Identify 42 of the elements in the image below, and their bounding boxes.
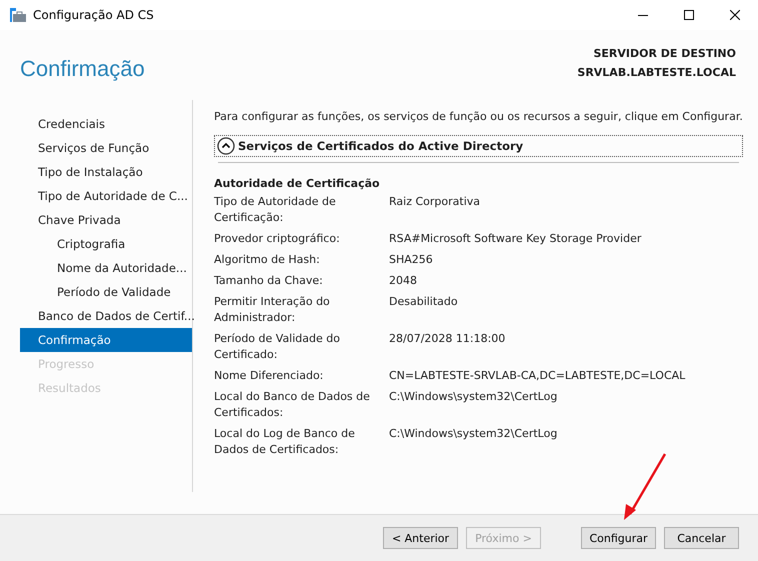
property-value: C:\Windows\system32\CertLog (389, 389, 558, 405)
wizard-button[interactable]: Configurar (581, 527, 656, 549)
wizard-button[interactable]: Cancelar (664, 527, 739, 549)
close-icon[interactable] (730, 10, 740, 20)
section-header[interactable]: Serviços de Certificados do Active Directory (214, 135, 743, 157)
sidebar-item[interactable]: Credenciais (20, 112, 192, 136)
server-label: SERVIDOR DE DESTINO (594, 47, 736, 60)
property-value: C:\Windows\system32\CertLog (389, 426, 558, 442)
property-value: CN=LABTESTE-SRVLAB-CA,DC=LABTESTE,DC=LOCAL (389, 368, 686, 384)
sidebar-item[interactable]: Banco de Dados de Certif... (20, 304, 192, 328)
window-title: Configuração AD CS (33, 8, 154, 22)
sidebar-item[interactable]: Tipo de Instalação (20, 160, 192, 184)
property-label: Permitir Interação do Administrador: (214, 294, 331, 326)
page-title: Confirmação (20, 56, 145, 82)
sidebar-item[interactable]: Criptografia (20, 232, 192, 256)
property-label: Período de Validade do Certificado: (214, 331, 341, 363)
property-label: Local do Log de Banco de Dados de Certificados: (214, 426, 356, 458)
collapse-icon[interactable] (217, 137, 235, 155)
property-value: 28/07/2028 11:18:00 (389, 331, 506, 347)
app-icon (9, 7, 27, 23)
sidebar-item[interactable]: Serviços de Função (20, 136, 192, 160)
property-label: Tamanho da Chave: (214, 273, 324, 289)
property-label: Algoritmo de Hash: (214, 252, 321, 268)
group-title: Autoridade de Certificação (214, 177, 381, 190)
intro-text: Para configurar as funções, os serviços de função ou os recursos a seguir, clique em Configurar. (214, 110, 743, 123)
property-label: Provedor criptográfico: (214, 231, 341, 247)
property-value: RSA#Microsoft Software Key Storage Provider (389, 231, 642, 247)
property-label: Nome Diferenciado: (214, 368, 324, 384)
property-value: Raiz Corporativa (389, 194, 480, 210)
sidebar-item[interactable]: Confirmação (20, 328, 192, 352)
wizard-button[interactable]: < Anterior (383, 527, 458, 549)
sidebar-item[interactable]: Período de Validade (20, 280, 192, 304)
property-value: SHA256 (389, 252, 433, 268)
sidebar-item[interactable]: Chave Privada (20, 208, 192, 232)
property-value: 2048 (389, 273, 417, 289)
server-name: SRVLAB.LABTESTE.LOCAL (577, 66, 736, 79)
sidebar-item[interactable]: Tipo de Autoridade de C... (20, 184, 192, 208)
sidebar-item[interactable]: Nome da Autoridade... (20, 256, 192, 280)
property-value: Desabilitado (389, 294, 458, 310)
maximize-icon[interactable] (684, 10, 694, 20)
property-label: Local do Banco de Dados de Certificados: (214, 389, 371, 421)
property-label: Tipo de Autoridade de Certificação: (214, 194, 337, 226)
